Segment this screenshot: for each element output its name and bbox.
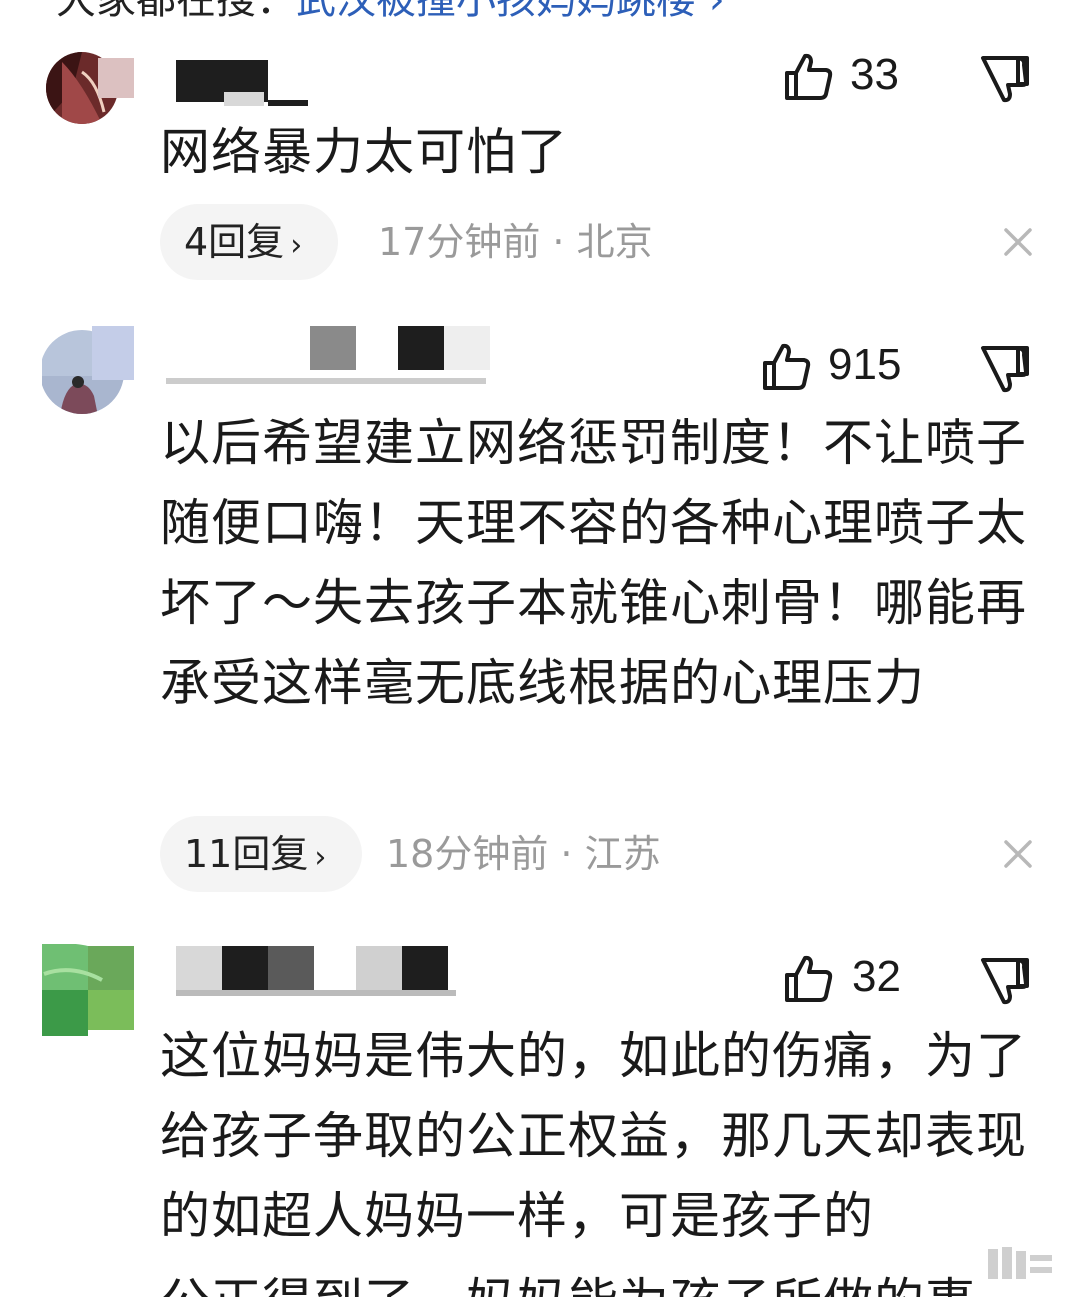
reply-count-button[interactable]: 11回复 › [160, 816, 363, 892]
like-count: 33 [850, 50, 899, 99]
trending-search-banner[interactable]: 大家都在搜：武汉被撞小孩妈妈跳楼 › [56, 0, 725, 26]
trending-search-prefix: 大家都在搜： [56, 0, 296, 23]
chevron-right-icon: › [290, 228, 303, 263]
like-group: 32 [720, 950, 1080, 1010]
close-icon[interactable] [996, 832, 1040, 876]
comment-text: 这位妈妈是伟大的，如此的伤痛，为了给孩子争取的公正权益，那几天却表现的如超人妈妈… [160, 1027, 1027, 1245]
watermark-logo [988, 1247, 1052, 1279]
comment-time-location: 17分钟前 · 北京 [378, 220, 653, 264]
reply-count-label: 4回复 [184, 220, 285, 264]
comment-feed: 大家都在搜：武汉被撞小孩妈妈跳楼 › 33 网络暴力太可怕了 4回复 › 17分… [0, 0, 1080, 1297]
thumb-down-icon[interactable] [980, 344, 1030, 394]
avatar-image [46, 52, 134, 124]
username-redacted [176, 60, 308, 106]
thumb-down-icon[interactable] [980, 54, 1030, 104]
comment-text-continued: 公正得到了，妈妈能为孩子所做的事 [160, 1262, 976, 1297]
comment-meta: 4回复 › 17分钟前 · 北京 [160, 204, 1040, 280]
avatar[interactable] [42, 326, 134, 416]
thumb-up-icon[interactable] [762, 342, 812, 392]
thumb-down-icon[interactable] [980, 956, 1030, 1006]
like-group: 915 [720, 338, 1080, 398]
like-count: 915 [828, 340, 902, 389]
reply-count-label: 11回复 [184, 832, 309, 876]
avatar[interactable] [42, 52, 134, 124]
reply-count-button[interactable]: 4回复 › [160, 204, 339, 280]
username-redacted [166, 326, 490, 384]
thumb-up-icon[interactable] [784, 954, 834, 1004]
close-icon[interactable] [996, 220, 1040, 264]
avatar[interactable] [42, 944, 134, 1036]
chevron-right-icon: › [314, 840, 327, 875]
avatar-image [42, 944, 134, 1036]
trending-search-link[interactable]: 武汉被撞小孩妈妈跳楼 › [296, 0, 725, 23]
comment-text: 网络暴力太可怕了 [160, 123, 568, 181]
avatar-image [42, 326, 134, 414]
like-count: 32 [852, 952, 901, 1001]
like-group: 33 [720, 50, 1080, 110]
thumb-up-icon[interactable] [784, 52, 834, 102]
comment-meta: 11回复 › 18分钟前 · 江苏 [160, 816, 1040, 892]
comment-text: 以后希望建立网络惩罚制度！不让喷子随便口嗨！天理不容的各种心理喷子太坏了～失去孩… [160, 414, 1027, 712]
username-redacted [176, 946, 456, 996]
comment-time-location: 18分钟前 · 江苏 [386, 832, 661, 876]
